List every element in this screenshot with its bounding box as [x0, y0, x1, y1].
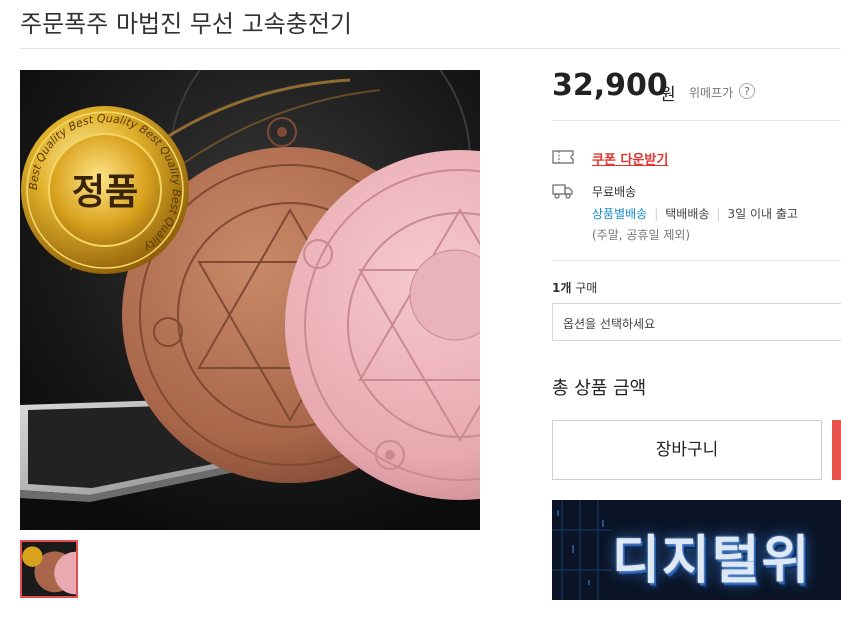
shipping-option-courier: 택배배송 [665, 207, 710, 221]
promo-banner[interactable]: 디지털위 [552, 500, 841, 600]
free-shipping-label: 무료배송 [592, 185, 637, 199]
product-thumbnail[interactable] [20, 540, 78, 598]
price-amount: 32,900 [552, 68, 668, 103]
add-to-cart-button[interactable]: 장바구니 [552, 420, 822, 480]
total-price-label: 총 상품 금액 [552, 378, 647, 399]
shipping-divider [552, 260, 841, 261]
shipping-options: 상품별배송 | 택배배송 | 3일 이내 출고 [592, 205, 798, 222]
thumbnail-photo [22, 542, 76, 596]
shipping-option-per-item: 상품별배송 [592, 207, 648, 221]
best-quality-seal: Best Quality Best Quality Best Quality B… [21, 106, 189, 274]
product-title: 주문폭주 마법진 무선 고속충전기 [20, 10, 353, 38]
shipping-note: (주말, 공휴일 제외) [592, 228, 691, 242]
truck-icon [552, 184, 573, 199]
product-main-image[interactable]: Best Quality Best Quality Best Quality B… [20, 70, 480, 530]
option-select[interactable]: 옵션을 선택하세요 [552, 303, 841, 341]
separator: | [654, 207, 659, 221]
price-divider [552, 120, 841, 121]
price-unit: 원 [660, 85, 676, 105]
banner-text: 디지털위 [612, 531, 812, 591]
purchase-quantity-label: 1개 구매 [552, 279, 597, 296]
coupon-icon [552, 150, 574, 164]
quantity-suffix: 구매 [575, 281, 598, 295]
quantity-count: 1개 [552, 281, 572, 295]
shipping-dispatch-time: 3일 이내 출고 [727, 207, 798, 221]
coupon-download-link[interactable]: 쿠폰 다운받기 [592, 149, 668, 168]
product-photo: Best Quality Best Quality Best Quality B… [20, 70, 480, 530]
buy-now-button[interactable] [832, 420, 841, 480]
title-divider [20, 48, 841, 49]
separator: | [716, 207, 721, 221]
help-icon[interactable]: ? [739, 83, 755, 99]
price-label: 위메프가 [689, 86, 734, 100]
badge-text: 정품 [72, 172, 138, 213]
